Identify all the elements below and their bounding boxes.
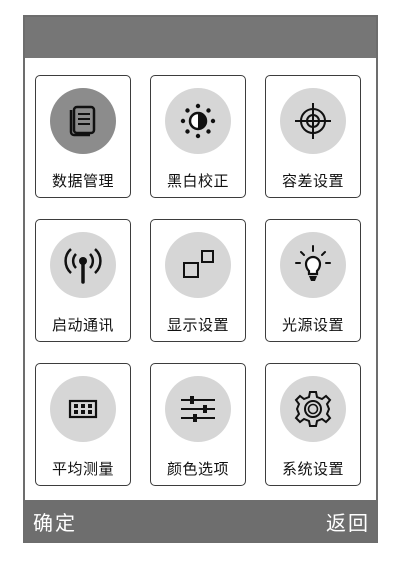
tile-label: 系统设置 — [281, 460, 344, 478]
tile-label: 容差设置 — [281, 172, 344, 190]
tile-label: 显示设置 — [166, 316, 229, 334]
sliders-icon — [165, 376, 231, 442]
tile-data-management[interactable]: 数据管理 — [35, 75, 131, 198]
brightness-icon — [165, 88, 231, 154]
tile-label: 颜色选项 — [166, 460, 229, 478]
wireless-antenna-icon — [50, 232, 116, 298]
tile-start-communication[interactable]: 启动通讯 — [35, 219, 131, 342]
tile-display-settings[interactable]: 显示设置 — [150, 219, 246, 342]
tile-system-settings[interactable]: 系统设置 — [265, 363, 361, 486]
document-list-icon — [50, 88, 116, 154]
tile-color-options[interactable]: 颜色选项 — [150, 363, 246, 486]
display-squares-icon — [165, 232, 231, 298]
back-softkey[interactable]: 返回 — [326, 507, 370, 536]
tile-average-measurement[interactable]: 平均测量 — [35, 363, 131, 486]
crosshair-target-icon — [280, 88, 346, 154]
gear-icon — [280, 376, 346, 442]
tile-label: 光源设置 — [281, 316, 344, 334]
tile-label: 黑白校正 — [166, 172, 229, 190]
tile-black-white-calibration[interactable]: 黑白校正 — [150, 75, 246, 198]
tile-tolerance-settings[interactable]: 容差设置 — [265, 75, 361, 198]
device-screen: 数据管理 黑白校正 容差设置 启动通讯 显示设置 光源设置 平均测量 颜色选项 … — [23, 15, 378, 543]
tile-light-source-settings[interactable]: 光源设置 — [265, 219, 361, 342]
title-bar — [25, 17, 376, 58]
grid-keypad-icon — [50, 376, 116, 442]
tile-label: 启动通讯 — [51, 316, 114, 334]
light-bulb-icon — [280, 232, 346, 298]
tile-label: 数据管理 — [51, 172, 114, 190]
tile-label: 平均测量 — [51, 460, 114, 478]
bottom-softkey-bar: 确定 返回 — [25, 500, 376, 541]
confirm-softkey[interactable]: 确定 — [33, 507, 77, 536]
